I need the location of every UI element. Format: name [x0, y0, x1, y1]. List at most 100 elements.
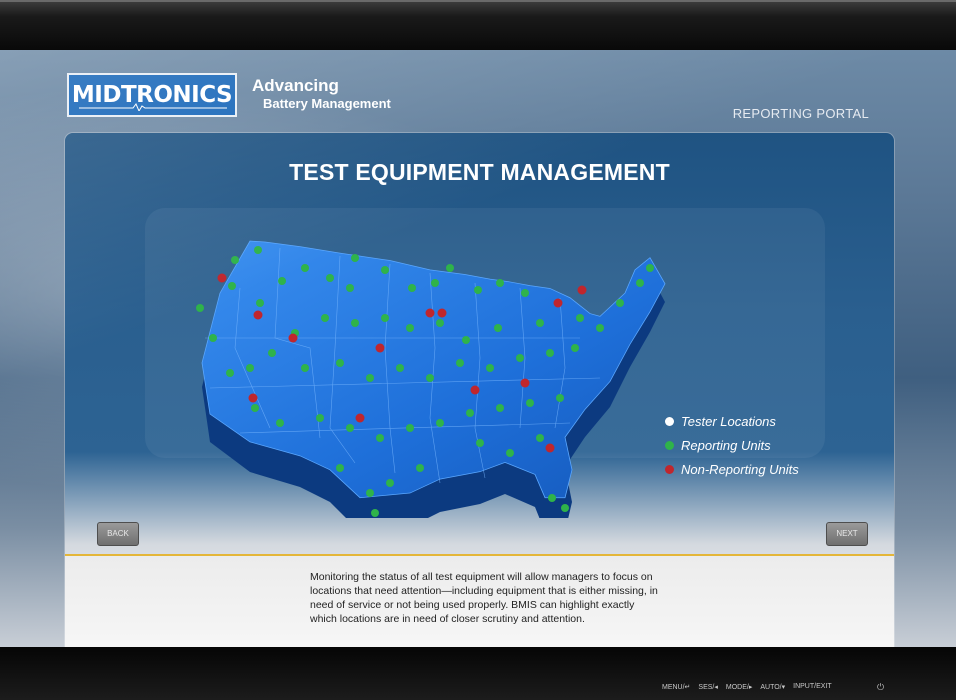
screen: MIDTRONICS Advancing Battery Management …	[0, 50, 956, 647]
reporting-unit-marker	[496, 404, 504, 412]
reporting-unit-marker	[381, 266, 389, 274]
reporting-unit-marker	[228, 282, 236, 290]
reporting-unit-marker	[436, 319, 444, 327]
mode-control[interactable]: MODE/▸	[726, 683, 752, 691]
page-title: TEST EQUIPMENT MANAGEMENT	[289, 159, 670, 185]
non-reporting-unit-marker	[425, 308, 435, 318]
non-reporting-unit-marker	[248, 393, 258, 403]
non-reporting-unit-marker	[553, 298, 563, 308]
reporting-unit-marker	[536, 434, 544, 442]
reporting-unit-marker	[646, 264, 654, 272]
reporting-unit-marker	[321, 314, 329, 322]
reporting-unit-marker	[486, 364, 494, 372]
reporting-unit-marker	[474, 286, 482, 294]
reporting-unit-marker	[381, 314, 389, 322]
reporting-unit-marker	[476, 439, 484, 447]
reporting-unit-marker	[571, 344, 579, 352]
reporting-unit-marker	[466, 409, 474, 417]
reporting-unit-marker	[521, 289, 529, 297]
reporting-unit-marker	[196, 304, 204, 312]
non-reporting-unit-marker	[355, 413, 365, 423]
reporting-unit-marker	[446, 264, 454, 272]
reporting-unit-marker	[596, 324, 604, 332]
reporting-unit-marker	[268, 349, 276, 357]
reporting-unit-marker	[376, 434, 384, 442]
map-legend: Tester Locations Reporting Units Non-Rep…	[665, 409, 799, 481]
reporting-unit-marker	[496, 279, 504, 287]
reporting-unit-marker	[462, 336, 470, 344]
monitor-bezel-bottom	[0, 647, 956, 700]
reporting-unit-marker	[616, 299, 624, 307]
reporting-unit-marker	[246, 364, 254, 372]
reporting-unit-marker	[346, 424, 354, 432]
reporting-unit-marker	[251, 404, 259, 412]
power-icon[interactable]: ⏻	[877, 682, 884, 693]
reporting-unit-marker	[326, 274, 334, 282]
reporting-unit-marker	[408, 284, 416, 292]
legend-item-non-reporting-units: Non-Reporting Units	[665, 457, 799, 481]
non-reporting-unit-marker	[577, 285, 587, 295]
red-dot-icon	[665, 464, 674, 474]
reporting-unit-marker	[436, 419, 444, 427]
non-reporting-unit-marker	[288, 333, 298, 343]
reporting-unit-marker	[366, 374, 374, 382]
reporting-unit-marker	[351, 254, 359, 262]
reporting-unit-marker	[526, 399, 534, 407]
auto-control[interactable]: AUTO/▾	[760, 683, 785, 691]
reporting-unit-marker	[536, 319, 544, 327]
input-control[interactable]: INPUT/EXIT	[793, 683, 832, 691]
non-reporting-unit-marker	[437, 308, 447, 318]
green-dot-icon	[665, 440, 674, 450]
reporting-unit-marker	[406, 324, 414, 332]
non-reporting-unit-marker	[375, 343, 385, 353]
reporting-unit-marker	[231, 256, 239, 264]
reporting-unit-marker	[456, 359, 464, 367]
monitor-controls: MENU/↵ SES/◂ MODE/▸ AUTO/▾ INPUT/EXIT	[662, 683, 832, 691]
ses-control[interactable]: SES/◂	[698, 683, 717, 691]
reporting-unit-marker	[346, 284, 354, 292]
description-text: Monitoring the status of all test equipm…	[310, 571, 658, 625]
reporting-unit-marker	[431, 279, 439, 287]
reporting-unit-marker	[576, 314, 584, 322]
reporting-unit-marker	[416, 464, 424, 472]
reporting-unit-marker	[226, 369, 234, 377]
reporting-unit-marker	[209, 334, 217, 342]
menu-control[interactable]: MENU/↵	[662, 683, 690, 691]
non-reporting-unit-marker	[520, 378, 530, 388]
reporting-unit-marker	[636, 279, 644, 287]
non-reporting-unit-marker	[253, 310, 263, 320]
monitor-bezel-top	[0, 0, 956, 50]
back-button[interactable]: BACK	[97, 522, 139, 546]
reporting-unit-marker	[366, 489, 374, 497]
reporting-unit-marker	[396, 364, 404, 372]
reporting-unit-marker	[548, 494, 556, 502]
reporting-unit-marker	[406, 424, 414, 432]
legend-item-tester-locations: Tester Locations	[665, 409, 799, 433]
reporting-unit-marker	[301, 364, 309, 372]
legend-label: Tester Locations	[681, 413, 776, 429]
reporting-unit-marker	[371, 509, 379, 517]
next-button[interactable]: NEXT	[826, 522, 868, 546]
reporting-unit-marker	[494, 324, 502, 332]
reporting-unit-marker	[556, 394, 564, 402]
pulse-line-icon	[79, 103, 227, 111]
us-map	[196, 240, 666, 518]
reporting-unit-marker	[278, 277, 286, 285]
reporting-unit-marker	[301, 264, 309, 272]
description-area: Monitoring the status of all test equipm…	[65, 556, 894, 647]
legend-item-reporting-units: Reporting Units	[665, 433, 799, 457]
legend-label: Reporting Units	[681, 437, 771, 453]
content-panel: TEST EQUIPMENT MANAGEMENT Tester Locatio…	[65, 133, 894, 647]
midtronics-logo: MIDTRONICS	[67, 73, 237, 117]
reporting-unit-marker	[561, 504, 569, 512]
reporting-unit-marker	[254, 246, 262, 254]
portal-label: REPORTING PORTAL	[732, 106, 869, 121]
reporting-unit-marker	[256, 299, 264, 307]
tagline-advancing: Advancing	[252, 76, 339, 95]
reporting-unit-marker	[351, 319, 359, 327]
reporting-unit-marker	[426, 374, 434, 382]
tagline-battery-management: Battery Management	[263, 96, 391, 111]
reporting-unit-marker	[546, 349, 554, 357]
reporting-unit-marker	[336, 464, 344, 472]
white-dot-icon	[665, 416, 674, 426]
